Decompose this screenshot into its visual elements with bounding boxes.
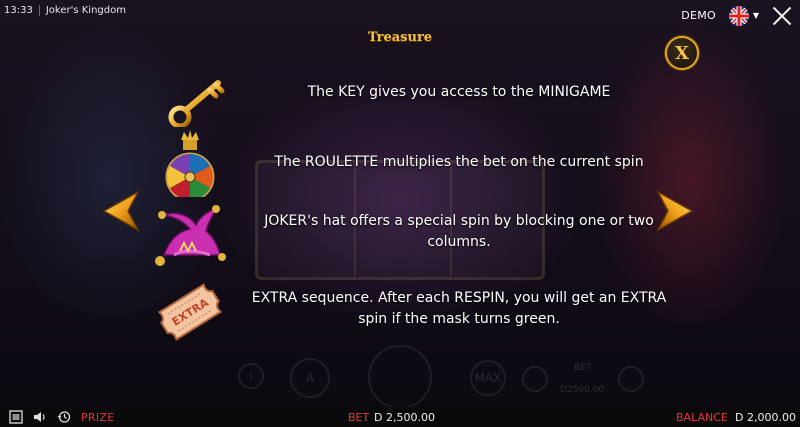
- sound-icon[interactable]: [33, 410, 47, 424]
- autoplay-control: A: [290, 358, 330, 398]
- balance-label: BALANCE: [676, 411, 728, 424]
- jester-hat-description: JOKER's hat offers a special spin by blo…: [264, 213, 654, 250]
- bottom-bar: PRIZE BET D 2,500.00 BALANCE D 2,000.00: [0, 407, 800, 427]
- bg-bet-value: D2500.00: [560, 385, 605, 395]
- list-item-roulette: The ROULETTE multiplies the bet on the c…: [150, 127, 680, 197]
- list-item-key: The KEY gives you access to the MINIGAME: [150, 57, 680, 127]
- key-icon: [168, 80, 225, 127]
- extra-ticket-icon: EXTRA: [157, 283, 223, 341]
- game-title: Joker's Kingdom: [45, 4, 126, 16]
- clock: 13:33: [0, 4, 40, 16]
- bet-plus-control: [618, 366, 644, 392]
- history-icon[interactable]: [57, 410, 71, 424]
- previous-page-arrow-icon[interactable]: [98, 188, 144, 234]
- balance-value: D 2,000.00: [735, 411, 796, 424]
- list-item-extra: EXTRA EXTRA sequence. After each RESPIN,…: [150, 274, 680, 344]
- key-description: The KEY gives you access to the MINIGAME: [307, 83, 611, 100]
- roulette-description: The ROULETTE multiplies the bet on the c…: [274, 153, 644, 170]
- status-bar: 13:33 Joker's Kingdom: [0, 0, 126, 20]
- roulette-icon: [165, 130, 215, 197]
- max-bet-control: MAX: [470, 360, 506, 396]
- prize-button[interactable]: PRIZE: [81, 411, 115, 424]
- info-control: i: [238, 363, 264, 389]
- spin-control: [368, 345, 432, 409]
- close-game-icon[interactable]: [772, 6, 792, 26]
- bet-minus-control: [522, 366, 548, 392]
- language-dropdown-icon[interactable]: ▼: [753, 11, 759, 20]
- list-item-jester-hat: JOKER's hat offers a special spin by blo…: [150, 197, 680, 267]
- bet-value: D 2,500.00: [374, 411, 435, 424]
- extra-description: EXTRA sequence. After each RESPIN, you w…: [251, 290, 667, 327]
- jester-hat-icon: [155, 205, 226, 266]
- menu-icon[interactable]: [9, 410, 23, 424]
- demo-mode-label: DEMO: [681, 9, 716, 22]
- bet-label: BET: [348, 411, 370, 424]
- info-label: i: [249, 369, 253, 383]
- bg-bet-label: BET: [574, 363, 592, 373]
- max-bet-label: MAX: [474, 371, 502, 385]
- autoplay-label: A: [305, 371, 315, 385]
- uk-flag-icon[interactable]: [729, 6, 749, 26]
